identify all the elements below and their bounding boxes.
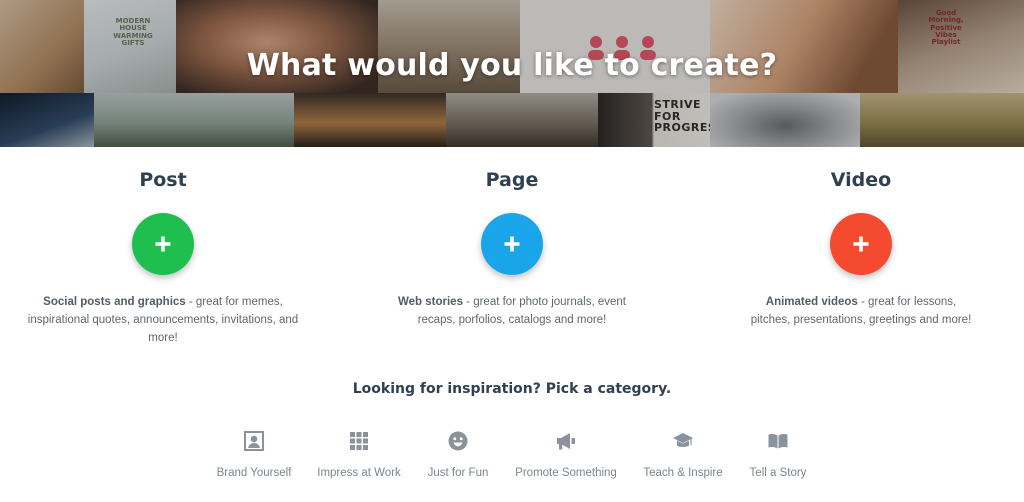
plus-icon bbox=[504, 236, 520, 252]
option-post-description: Social posts and graphics - great for me… bbox=[18, 293, 308, 347]
grid-icon bbox=[350, 432, 368, 450]
option-video: Video Animated videos - great for lesson… bbox=[716, 147, 1006, 357]
inspiration-heading: Looking for inspiration? Pick a category… bbox=[352, 381, 672, 397]
option-post: Post Social posts and graphics - great f… bbox=[18, 147, 308, 357]
category-label: Brand Yourself bbox=[216, 467, 292, 479]
graduation-cap-icon bbox=[673, 433, 693, 447]
option-post-title: Post bbox=[139, 169, 187, 191]
option-video-description: Animated videos - great for lessons, pit… bbox=[716, 293, 1006, 329]
category-just-for-fun[interactable]: Just for Fun bbox=[398, 430, 518, 479]
category-tell-a-story[interactable]: Tell a Story bbox=[718, 430, 838, 479]
category-label: Promote Something bbox=[515, 467, 617, 479]
option-video-title: Video bbox=[830, 169, 892, 191]
option-video-desc-bold: Animated videos bbox=[765, 296, 858, 308]
category-promote-something[interactable]: Promote Something bbox=[506, 430, 626, 479]
plus-icon bbox=[853, 236, 869, 252]
option-page: Page Web stories - great for photo journ… bbox=[367, 147, 657, 357]
hero-title: What would you like to create? bbox=[246, 48, 778, 83]
megaphone-icon bbox=[557, 433, 575, 450]
option-page-desc-bold: Web stories bbox=[398, 296, 463, 308]
option-post-desc-bold: Social posts and graphics bbox=[43, 296, 186, 308]
hero-collage: MODERN HOUSE WARMING GIFTS Good Morning,… bbox=[0, 0, 1024, 147]
category-brand-yourself[interactable]: Brand Yourself bbox=[194, 430, 314, 479]
option-page-title: Page bbox=[485, 169, 539, 191]
category-label: Just for Fun bbox=[427, 467, 489, 479]
create-post-button[interactable] bbox=[132, 213, 194, 275]
category-label: Tell a Story bbox=[749, 467, 807, 479]
create-options: Post Social posts and graphics - great f… bbox=[0, 147, 1024, 357]
open-book-icon bbox=[768, 433, 788, 449]
create-video-button[interactable] bbox=[830, 213, 892, 275]
smiley-icon bbox=[448, 431, 468, 451]
create-page-button[interactable] bbox=[481, 213, 543, 275]
option-page-description: Web stories - great for photo journals, … bbox=[367, 293, 657, 329]
plus-icon bbox=[155, 236, 171, 252]
portrait-icon bbox=[244, 431, 264, 451]
